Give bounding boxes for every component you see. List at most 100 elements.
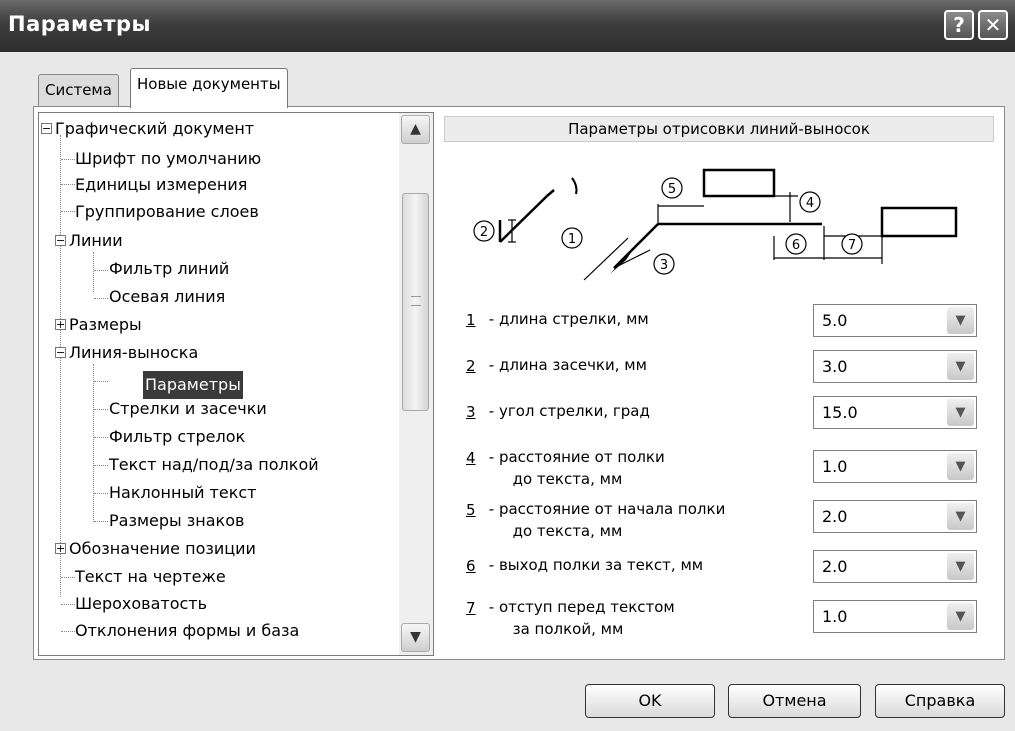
chevron-down-icon[interactable]: ▼ <box>947 399 974 426</box>
param-6-number: 6 <box>466 557 476 575</box>
grip-icon <box>411 296 421 306</box>
param-7-number: 7 <box>466 599 476 617</box>
help-button[interactable]: Справка <box>875 684 1005 718</box>
tree-item-arrows-ticks[interactable]: Стрелки и засечки <box>109 397 267 421</box>
title-bar: Параметры ? ✕ <box>0 0 1015 52</box>
tree-connector <box>61 184 75 185</box>
diagram-tick-leader <box>499 195 548 243</box>
svg-text:3: 3 <box>660 258 668 273</box>
tree-connector <box>94 465 108 466</box>
diagram-leader-line <box>613 223 659 269</box>
tree-connector <box>94 409 108 410</box>
param-3-label: - угол стрелки, град <box>484 402 650 420</box>
tree-item-dimensions[interactable]: Размеры <box>69 313 142 337</box>
param-1-number: 1 <box>466 311 476 329</box>
param-6-label: - выход полки за текст, мм <box>484 556 704 574</box>
tree-item-roughness[interactable]: Шероховатость <box>75 592 207 616</box>
shelf-text-distance-select[interactable]: 1.0 ▼ <box>813 450 977 483</box>
tree-connector <box>61 577 75 578</box>
tree-connector <box>61 211 75 212</box>
chevron-down-icon[interactable]: ▼ <box>947 503 974 530</box>
tree-item-units[interactable]: Единицы измерения <box>75 173 247 197</box>
chevron-down-icon[interactable]: ▼ <box>947 353 974 380</box>
tree-item-line-filter[interactable]: Фильтр линий <box>109 257 229 281</box>
param-5-number: 5 <box>466 501 476 519</box>
tree-connector <box>61 159 75 160</box>
tree-item-default-font[interactable]: Шрифт по умолчанию <box>75 147 261 171</box>
window-title: Параметры <box>8 12 152 36</box>
text-indent-select[interactable]: 1.0 ▼ <box>813 600 977 633</box>
tree-connector <box>93 364 94 522</box>
ok-button[interactable]: OK <box>585 684 715 718</box>
expand-icon[interactable]: + <box>55 319 66 330</box>
scroll-up-icon[interactable]: ▲ <box>401 115 430 144</box>
tree-item-leader-line[interactable]: Линия-выноска <box>69 341 198 365</box>
tree-item-axis-line[interactable]: Осевая линия <box>109 285 225 309</box>
close-icon[interactable]: ✕ <box>978 10 1008 40</box>
tree-connector <box>61 604 75 605</box>
tree-connector <box>61 631 75 632</box>
cancel-button[interactable]: Отмена <box>728 684 861 718</box>
tree-item-lines[interactable]: Линии <box>69 229 123 253</box>
arrow-angle-select[interactable]: 15.0 ▼ <box>813 396 977 429</box>
svg-text:7: 7 <box>848 238 856 253</box>
tree-item-layer-grouping[interactable]: Группирование слоев <box>75 200 259 224</box>
collapse-icon[interactable]: − <box>41 123 52 134</box>
tree-item-slanted-text[interactable]: Наклонный текст <box>109 481 257 505</box>
tree-item-parameters[interactable]: Параметры <box>143 371 243 399</box>
tree-item-text-shelf[interactable]: Текст над/под/за полкой <box>109 453 319 477</box>
diagram-tick-leader <box>546 189 555 197</box>
shelf-start-distance-select[interactable]: 2.0 ▼ <box>813 500 977 533</box>
shelf-overhang-select[interactable]: 2.0 ▼ <box>813 550 977 583</box>
param-5-label: - расстояние от начала полки до текста, … <box>488 500 726 540</box>
tree-item-sign-sizes[interactable]: Размеры знаков <box>109 509 244 533</box>
scroll-thumb[interactable] <box>402 193 429 411</box>
tree-connector <box>93 252 94 292</box>
param-4-label: - расстояние от полки до текста, мм <box>488 448 665 488</box>
tick-length-select[interactable]: 3.0 ▼ <box>813 350 977 383</box>
param-7-label: - отступ перед текстом за полкой, мм <box>488 598 675 638</box>
leader-line-diagram: 1 2 3 4 5 6 7 <box>473 168 958 281</box>
tree-connector <box>60 135 61 597</box>
tree-connector <box>94 521 108 522</box>
tree-item-arrow-filter[interactable]: Фильтр стрелок <box>109 425 245 449</box>
tree-item-form-deviations[interactable]: Отклонения формы и база <box>75 619 299 643</box>
scroll-down-icon[interactable]: ▼ <box>401 623 430 652</box>
svg-text:2: 2 <box>480 225 488 240</box>
collapse-icon[interactable]: − <box>55 347 66 358</box>
collapse-icon[interactable]: − <box>55 235 66 246</box>
params-title: Параметры отрисовки линий-выносок <box>444 116 994 142</box>
arrow-length-select[interactable]: 5.0 ▼ <box>813 304 977 337</box>
tree-connector <box>94 381 108 382</box>
tree-connector <box>94 493 108 494</box>
tree-item-graphic-document[interactable]: Графический документ <box>55 117 254 141</box>
tree-connector <box>94 270 108 271</box>
parameters-dialog: Параметры ? ✕ Система Новые документы − … <box>0 0 1015 731</box>
chevron-down-icon[interactable]: ▼ <box>947 307 974 334</box>
diagram-text-box-top <box>702 168 776 198</box>
chevron-down-icon[interactable]: ▼ <box>947 603 974 630</box>
param-2-number: 2 <box>466 357 476 375</box>
param-2-label: - длина засечки, мм <box>484 356 647 374</box>
expand-icon[interactable]: + <box>55 543 66 554</box>
tree-item-position-designation[interactable]: Обозначение позиции <box>69 537 256 561</box>
diagram-text-box-right <box>880 206 958 238</box>
tree-connector <box>94 298 108 299</box>
tree-scrollbar[interactable]: ▲ ▼ <box>399 113 433 655</box>
svg-text:5: 5 <box>668 182 676 197</box>
chevron-down-icon[interactable]: ▼ <box>947 553 974 580</box>
diagram-tick-curve <box>571 177 578 195</box>
settings-tree: − Графический документ Шрифт по умолчани… <box>38 112 434 656</box>
tree-item-drawing-text[interactable]: Текст на чертеже <box>75 565 226 589</box>
help-icon[interactable]: ? <box>944 10 974 40</box>
param-1-label: - длина стрелки, мм <box>484 310 649 328</box>
svg-text:4: 4 <box>806 196 814 211</box>
param-4-number: 4 <box>466 449 476 467</box>
tab-new-documents[interactable]: Новые документы <box>130 68 288 108</box>
tree-connector <box>94 437 108 438</box>
param-3-number: 3 <box>466 403 476 421</box>
svg-text:6: 6 <box>792 238 800 253</box>
tab-system[interactable]: Система <box>38 74 119 106</box>
svg-text:1: 1 <box>568 232 576 247</box>
chevron-down-icon[interactable]: ▼ <box>947 453 974 480</box>
